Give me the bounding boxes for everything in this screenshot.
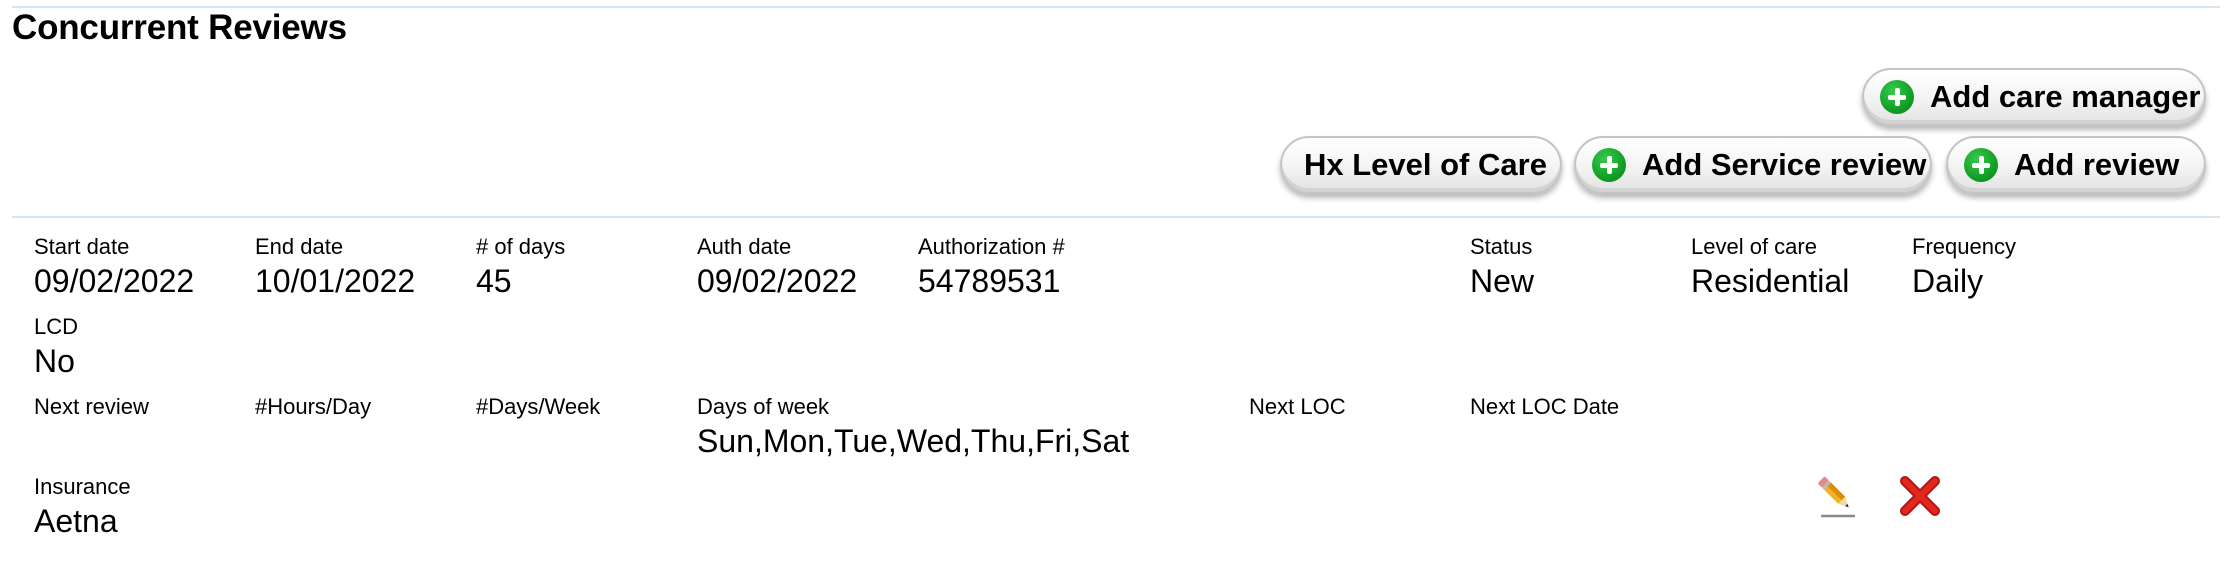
authorization-number-field: Authorization # 54789531 — [918, 234, 1065, 300]
days-of-week-value: Sun,Mon,Tue,Wed,Thu,Fri,Sat — [697, 423, 1130, 459]
plus-circle-icon — [1964, 148, 1998, 182]
red-x-icon — [1900, 476, 1940, 516]
authorization-number-label: Authorization # — [918, 234, 1065, 259]
hx-level-of-care-label: Hx Level of Care — [1304, 147, 1547, 182]
hours-per-day-label: #Hours/Day — [255, 394, 372, 419]
next-loc-date-field: Next LOC Date — [1470, 394, 1619, 422]
num-days-label: # of days — [476, 234, 566, 259]
add-service-review-label: Add Service review — [1642, 147, 1927, 182]
plus-circle-icon — [1880, 80, 1914, 114]
add-care-manager-button[interactable]: Add care manager — [1862, 68, 2206, 126]
add-care-manager-label: Add care manager — [1930, 79, 2201, 114]
end-date-field: End date 10/01/2022 — [255, 234, 415, 300]
status-value: New — [1470, 263, 1535, 299]
insurance-label: Insurance — [34, 474, 131, 499]
lcd-label: LCD — [34, 314, 79, 339]
level-of-care-field: Level of care Residential — [1691, 234, 1849, 300]
pencil-icon — [1818, 476, 1855, 518]
num-days-value: 45 — [476, 263, 512, 299]
frequency-label: Frequency — [1912, 234, 2016, 259]
auth-date-label: Auth date — [697, 234, 792, 259]
delete-review-button[interactable] — [1896, 472, 1944, 520]
level-of-care-value: Residential — [1691, 263, 1850, 299]
next-loc-label: Next LOC — [1249, 394, 1346, 419]
auth-date-value: 09/02/2022 — [697, 263, 858, 299]
add-review-label: Add review — [2014, 147, 2180, 182]
status-label: Status — [1470, 234, 1533, 259]
frequency-value: Daily — [1912, 263, 1984, 299]
frequency-field: Frequency Daily — [1912, 234, 2016, 300]
insurance-value: Aetna — [34, 503, 118, 539]
num-days-field: # of days 45 — [476, 234, 565, 300]
end-date-label: End date — [255, 234, 344, 259]
hours-per-day-field: #Hours/Day — [255, 394, 371, 422]
page-title: Concurrent Reviews — [12, 8, 347, 47]
start-date-field: Start date 09/02/2022 — [34, 234, 194, 300]
level-of-care-label: Level of care — [1691, 234, 1817, 259]
lcd-value: No — [34, 343, 75, 379]
next-review-field: Next review — [34, 394, 149, 422]
days-per-week-field: #Days/Week — [476, 394, 600, 422]
days-of-week-label: Days of week — [697, 394, 830, 419]
next-loc-date-label: Next LOC Date — [1470, 394, 1620, 419]
start-date-value: 09/02/2022 — [34, 263, 195, 299]
edit-review-button[interactable] — [1812, 472, 1860, 520]
start-date-label: Start date — [34, 234, 130, 259]
add-review-button[interactable]: Add review — [1946, 136, 2206, 194]
section-divider — [12, 216, 2220, 218]
status-field: Status New — [1470, 234, 1534, 300]
authorization-number-value: 54789531 — [918, 263, 1061, 299]
plus-circle-icon — [1592, 148, 1626, 182]
hx-level-of-care-button[interactable]: Hx Level of Care — [1280, 136, 1562, 194]
days-of-week-field: Days of week Sun,Mon,Tue,Wed,Thu,Fri,Sat — [697, 394, 1129, 460]
add-service-review-button[interactable]: Add Service review — [1574, 136, 1932, 194]
next-loc-field: Next LOC — [1249, 394, 1346, 422]
insurance-field: Insurance Aetna — [34, 474, 131, 540]
next-review-label: Next review — [34, 394, 149, 419]
auth-date-field: Auth date 09/02/2022 — [697, 234, 857, 300]
lcd-field: LCD No — [34, 314, 78, 380]
end-date-value: 10/01/2022 — [255, 263, 416, 299]
days-per-week-label: #Days/Week — [476, 394, 601, 419]
